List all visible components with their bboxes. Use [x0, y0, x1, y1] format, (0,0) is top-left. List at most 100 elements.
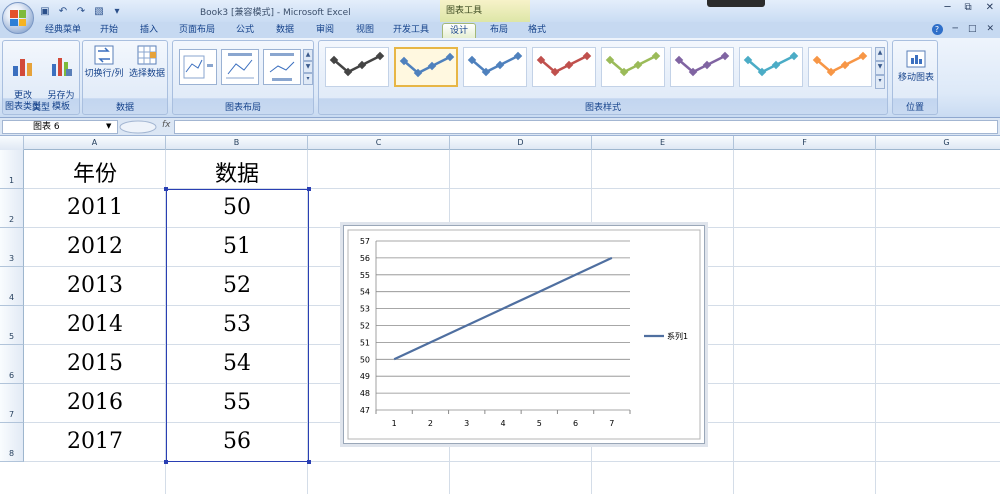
layout-scroll-up[interactable]: ▲ — [303, 49, 313, 61]
tab-view[interactable]: 视图 — [348, 23, 382, 38]
chart-style-8[interactable] — [808, 47, 872, 87]
x-tick-label: 6 — [573, 419, 578, 428]
chart-style-6[interactable] — [670, 47, 734, 87]
chart-style-4[interactable] — [532, 47, 596, 87]
cell-year[interactable]: 2011 — [24, 195, 166, 220]
redo-icon[interactable]: ↷ — [74, 4, 88, 18]
chart-style-8-icon — [812, 51, 868, 77]
row-header-8[interactable]: 8 — [0, 423, 24, 462]
chart-style-3[interactable] — [463, 47, 527, 87]
selection-handle[interactable] — [307, 460, 311, 464]
selection-handle[interactable] — [307, 187, 311, 191]
ribbon-minimize-icon[interactable]: ─ — [953, 24, 958, 35]
help-icon[interactable]: ? — [931, 24, 943, 35]
y-tick-label: 49 — [360, 372, 370, 381]
style-scroll-down[interactable]: ▼ — [875, 61, 885, 75]
layout-scroll-down[interactable]: ▼ — [303, 61, 313, 73]
tab-layout[interactable]: 布局 — [482, 23, 516, 38]
tab-insert[interactable]: 插入 — [132, 23, 166, 38]
cell-a1-header-year[interactable]: 年份 — [24, 156, 166, 188]
switch-row-column-button[interactable]: 切换行/列 — [83, 43, 125, 80]
selection-handle[interactable] — [164, 187, 168, 191]
template-chart-icon — [52, 58, 72, 76]
ribbon-close-icon[interactable]: ✕ — [986, 24, 994, 35]
y-tick-label: 50 — [360, 355, 370, 364]
cell-year[interactable]: 2015 — [24, 351, 166, 376]
save-icon[interactable]: ▣ — [38, 4, 52, 18]
x-tick-label: 2 — [428, 419, 433, 428]
cell-year[interactable]: 2013 — [24, 273, 166, 298]
chart-style-7-icon — [743, 51, 799, 77]
move-chart-button[interactable]: 移动图表 — [895, 47, 937, 84]
chart-style-7[interactable] — [739, 47, 803, 87]
chart-style-2[interactable] — [394, 47, 458, 87]
tab-review[interactable]: 审阅 — [308, 23, 342, 38]
cell-year[interactable]: 2012 — [24, 234, 166, 259]
select-all-corner[interactable] — [0, 136, 24, 150]
column-header-c[interactable]: C — [308, 136, 450, 150]
column-header-a[interactable]: A — [24, 136, 166, 150]
row-header-7[interactable]: 7 — [0, 384, 24, 423]
insert-function-button[interactable]: fx — [162, 120, 171, 130]
minimize-icon[interactable]: ─ — [944, 2, 950, 13]
formula-input[interactable] — [174, 120, 998, 134]
tab-developer[interactable]: 开发工具 — [388, 23, 434, 38]
cell-year[interactable]: 2017 — [24, 429, 166, 454]
tab-data[interactable]: 数据 — [268, 23, 302, 38]
layout-3-icon — [269, 53, 295, 81]
x-tick-label: 4 — [500, 419, 505, 428]
chart-style-1[interactable] — [325, 47, 389, 87]
selection-handle[interactable] — [164, 460, 168, 464]
select-data-button[interactable]: 选择数据 — [127, 43, 167, 80]
x-tick-label: 7 — [609, 419, 614, 428]
row-header-5[interactable]: 5 — [0, 306, 24, 345]
print-preview-icon[interactable]: ▧ — [92, 4, 106, 18]
tab-home[interactable]: 开始 — [92, 23, 126, 38]
row-header-2[interactable]: 2 — [0, 189, 24, 228]
ribbon-restore-icon[interactable]: □ — [968, 24, 977, 35]
column-header-b[interactable]: B — [166, 136, 308, 150]
chart-area-border — [347, 229, 701, 440]
name-box-dropdown-icon[interactable]: ▼ — [106, 122, 111, 130]
chart-style-5[interactable] — [601, 47, 665, 87]
chart-layout-3[interactable] — [263, 49, 301, 85]
restore-icon[interactable]: ⧉ — [964, 2, 971, 13]
style-gallery-more[interactable]: ▾ — [875, 75, 885, 89]
close-icon[interactable]: ✕ — [986, 2, 994, 13]
undo-icon[interactable]: ↶ — [56, 4, 70, 18]
cell-year[interactable]: 2014 — [24, 312, 166, 337]
column-header-g[interactable]: G — [876, 136, 1000, 150]
chart-layout-2[interactable] — [221, 49, 259, 85]
y-tick-label: 52 — [360, 322, 370, 331]
layout-1-icon — [183, 55, 213, 79]
row-header-4[interactable]: 4 — [0, 267, 24, 306]
chart-style-5-icon — [605, 51, 661, 77]
y-tick-label: 55 — [360, 271, 370, 280]
style-scroll-up[interactable]: ▲ — [875, 47, 885, 61]
row-header-1[interactable]: 1 — [0, 150, 24, 189]
tab-design[interactable]: 设计 — [442, 23, 476, 38]
customize-qat-icon[interactable]: ▾ — [110, 4, 124, 18]
quick-access-toolbar: ▣ ↶ ↷ ▧ ▾ — [38, 3, 124, 19]
cell-b1-header-data[interactable]: 数据 — [166, 156, 308, 188]
tab-format[interactable]: 格式 — [520, 23, 554, 38]
tab-formulas[interactable]: 公式 — [228, 23, 262, 38]
data-group-label: 数据 — [115, 103, 134, 113]
row-header-6[interactable]: 6 — [0, 345, 24, 384]
row-header-3[interactable]: 3 — [0, 228, 24, 267]
layout-gallery-more[interactable]: ▾ — [303, 73, 313, 85]
column-header-f[interactable]: F — [734, 136, 876, 150]
line-chart[interactable]: 47 48 49 50 51 52 53 54 55 56 57 1 2 3 4 5 6 7 系列1 — [343, 225, 705, 444]
type-group-label: 类型 — [31, 103, 50, 113]
ribbon-tabs: 经典菜单 开始 插入 页面布局 公式 数据 审阅 视图 开发工具 设计 布局 格… — [0, 22, 1000, 38]
column-header-d[interactable]: D — [450, 136, 592, 150]
name-box[interactable]: 图表 6 — [2, 120, 118, 134]
cell-year[interactable]: 2016 — [24, 390, 166, 415]
selected-range-b2-b8[interactable] — [164, 187, 311, 464]
tab-classic-menu[interactable]: 经典菜单 — [40, 23, 86, 38]
tab-page-layout[interactable]: 页面布局 — [172, 23, 222, 38]
legend-label: 系列1 — [667, 331, 688, 341]
chart-layout-1[interactable] — [179, 49, 217, 85]
office-button[interactable] — [2, 2, 34, 34]
column-header-e[interactable]: E — [592, 136, 734, 150]
